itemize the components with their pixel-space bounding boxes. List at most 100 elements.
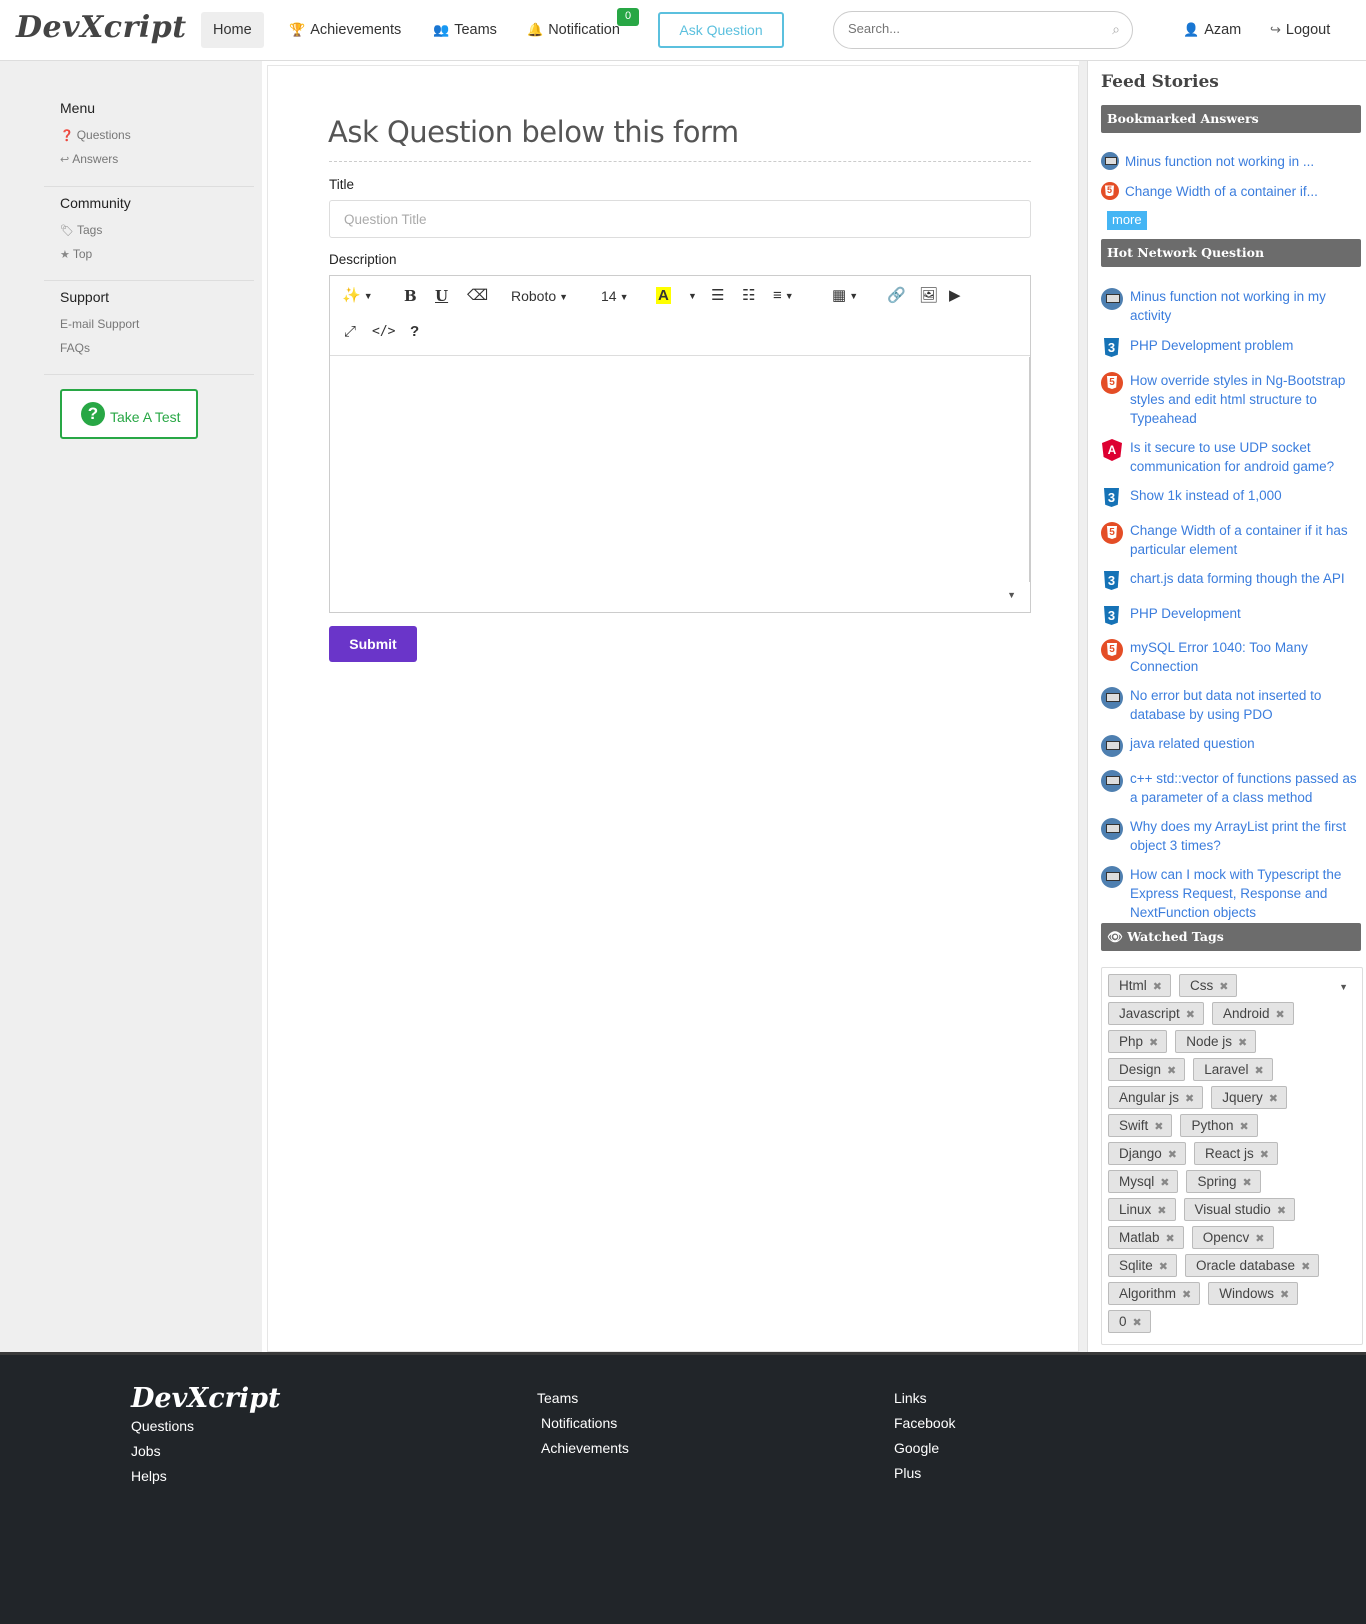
watched-tag: Opencv ✖ bbox=[1191, 1226, 1274, 1249]
nav-user[interactable]: 👤 Azam bbox=[1171, 12, 1253, 48]
remove-tag-icon[interactable]: ✖ bbox=[1269, 1093, 1278, 1105]
footer-link-helps[interactable]: Helps bbox=[131, 1468, 167, 1484]
hot-question-item[interactable]: Minus function not working in my activit… bbox=[1101, 287, 1363, 325]
nav-notification[interactable]: 🔔 Notification bbox=[515, 12, 632, 48]
hot-question-item[interactable]: Show 1k instead of 1,000 bbox=[1101, 486, 1363, 505]
users-icon: 👥 bbox=[433, 22, 450, 37]
table-button[interactable]: ▦ ▼ bbox=[832, 285, 858, 307]
fullscreen-button[interactable]: ⤢ bbox=[344, 321, 356, 343]
sidebar-item-email-support[interactable]: E-mail Support bbox=[60, 312, 254, 336]
underline-button[interactable]: U bbox=[435, 285, 448, 307]
footer-link-notifications[interactable]: Notifications bbox=[541, 1415, 617, 1431]
footer-link-jobs[interactable]: Jobs bbox=[131, 1443, 161, 1459]
site-logo[interactable]: DevXcript bbox=[16, 10, 187, 45]
remove-tag-icon[interactable]: ✖ bbox=[1240, 1121, 1249, 1133]
remove-tag-icon[interactable]: ✖ bbox=[1133, 1317, 1142, 1329]
link-button[interactable]: 🔗 bbox=[887, 285, 906, 307]
footer-link-plus[interactable]: Plus bbox=[894, 1465, 921, 1481]
remove-tag-icon[interactable]: ✖ bbox=[1255, 1065, 1264, 1077]
hot-question-item[interactable]: Why does my ArrayList print the first ob… bbox=[1101, 817, 1363, 855]
magic-style-button[interactable]: ✨ ▼ bbox=[342, 285, 373, 307]
ask-question-button[interactable]: Ask Question bbox=[658, 12, 784, 48]
remove-tag-icon[interactable]: ✖ bbox=[1168, 1149, 1177, 1161]
footer-link-google[interactable]: Google bbox=[894, 1440, 939, 1456]
more-button[interactable]: more bbox=[1107, 211, 1147, 230]
hot-question-item[interactable]: java related question bbox=[1101, 734, 1363, 757]
hot-question-item[interactable]: Change Width of a container if it has pa… bbox=[1101, 521, 1363, 559]
picture-button[interactable]: 🖼 bbox=[919, 285, 938, 307]
remove-tag-icon[interactable]: ✖ bbox=[1157, 1205, 1166, 1217]
bookmarked-item[interactable]: Minus function not working in ... bbox=[1101, 152, 1363, 172]
footer-link-teams[interactable]: Teams bbox=[537, 1390, 578, 1406]
hot-question-item[interactable]: How override styles in Ng-Bootstrap styl… bbox=[1101, 371, 1363, 428]
question-circle-icon: ❓ bbox=[60, 130, 74, 142]
remove-tag-icon[interactable]: ✖ bbox=[1153, 981, 1162, 993]
nav-teams[interactable]: 👥 Teams bbox=[421, 12, 509, 48]
remove-tag-icon[interactable]: ✖ bbox=[1185, 1093, 1194, 1105]
code-view-button[interactable]: </> bbox=[372, 321, 395, 343]
submit-button[interactable]: Submit bbox=[329, 626, 417, 662]
hot-question-item[interactable]: mySQL Error 1040: Too Many Connection bbox=[1101, 638, 1363, 676]
remove-tag-icon[interactable]: ✖ bbox=[1166, 1233, 1175, 1245]
hot-question-item[interactable]: PHP Development problem bbox=[1101, 336, 1363, 355]
remove-tag-icon[interactable]: ✖ bbox=[1149, 1037, 1158, 1049]
bold-button[interactable]: B bbox=[404, 285, 417, 307]
remove-tag-icon[interactable]: ✖ bbox=[1260, 1149, 1269, 1161]
footer-link-facebook[interactable]: Facebook bbox=[894, 1415, 955, 1431]
remove-tag-icon[interactable]: ✖ bbox=[1243, 1177, 1252, 1189]
chevron-down-icon: ▼ bbox=[559, 292, 569, 303]
watched-tags-box[interactable]: ▼ Html ✖ Css ✖ Javascript ✖ Android ✖ Php ✖ Node j… bbox=[1101, 967, 1363, 1345]
remove-tag-icon[interactable]: ✖ bbox=[1280, 1289, 1289, 1301]
desktop-icon bbox=[1101, 735, 1123, 757]
hot-question-item[interactable]: No error but data not inserted to databa… bbox=[1101, 686, 1363, 724]
footer-link-achievements[interactable]: Achievements bbox=[541, 1440, 629, 1456]
remove-tag-icon[interactable]: ✖ bbox=[1219, 981, 1228, 993]
bookmarked-item[interactable]: Change Width of a container if... bbox=[1101, 182, 1363, 202]
nav-achievements[interactable]: 🏆 Achievements bbox=[277, 12, 413, 48]
nav-logout[interactable]: ↪ Logout bbox=[1258, 12, 1342, 48]
remove-tag-icon[interactable]: ✖ bbox=[1238, 1037, 1247, 1049]
sidebar-item-top[interactable]: ★ Top bbox=[60, 242, 254, 266]
remove-tag-icon[interactable]: ✖ bbox=[1276, 1009, 1285, 1021]
hot-question-item[interactable]: chart.js data forming though the API bbox=[1101, 569, 1363, 588]
take-a-test-button[interactable]: ? Take A Test bbox=[60, 389, 198, 439]
remove-tag-icon[interactable]: ✖ bbox=[1159, 1261, 1168, 1273]
footer-logo[interactable]: DevXcript bbox=[131, 1383, 281, 1414]
remove-tag-icon[interactable]: ✖ bbox=[1186, 1009, 1195, 1021]
font-family-dropdown[interactable]: Roboto ▼ bbox=[511, 285, 568, 307]
remove-tag-icon[interactable]: ✖ bbox=[1160, 1177, 1169, 1189]
sidebar-item-tags[interactable]: 🏷 Tags bbox=[60, 218, 254, 242]
chevron-down-icon: ▼ bbox=[784, 291, 794, 302]
sidebar-item-questions[interactable]: ❓ Questions bbox=[60, 123, 254, 147]
chevron-down-icon[interactable]: ▼ bbox=[1339, 982, 1348, 992]
nav-home[interactable]: Home bbox=[201, 12, 264, 48]
help-button[interactable]: ? bbox=[410, 321, 419, 343]
resize-handle-icon[interactable]: ▼ bbox=[1007, 590, 1016, 600]
remove-tag-icon[interactable]: ✖ bbox=[1255, 1233, 1264, 1245]
sidebar-item-faqs[interactable]: FAQs bbox=[60, 336, 254, 360]
hot-question-item[interactable]: Is it secure to use UDP socket communica… bbox=[1101, 438, 1363, 476]
remove-tag-icon[interactable]: ✖ bbox=[1182, 1289, 1191, 1301]
paragraph-align-button[interactable]: ≡ ▼ bbox=[773, 285, 794, 307]
remove-tag-icon[interactable]: ✖ bbox=[1277, 1205, 1286, 1217]
clear-format-button[interactable]: ⌫ bbox=[467, 285, 488, 307]
remove-tag-icon[interactable]: ✖ bbox=[1167, 1065, 1176, 1077]
remove-tag-icon[interactable]: ✖ bbox=[1301, 1261, 1310, 1273]
hot-question-item[interactable]: PHP Development bbox=[1101, 604, 1363, 623]
unordered-list-button[interactable]: ☰ bbox=[711, 285, 724, 307]
font-size-dropdown[interactable]: 14 ▼ bbox=[601, 285, 629, 307]
hot-question-item[interactable]: How can I mock with Typescript the Expre… bbox=[1101, 865, 1363, 922]
text-color-button[interactable]: A bbox=[656, 285, 671, 307]
video-button[interactable]: ▶ bbox=[949, 285, 961, 307]
question-title-input[interactable] bbox=[329, 200, 1031, 238]
hot-question-item[interactable]: c++ std::vector of functions passed as a… bbox=[1101, 769, 1363, 807]
ordered-list-button[interactable]: ☷ bbox=[742, 285, 755, 307]
color-dropdown[interactable]: ▼ bbox=[685, 285, 697, 307]
search-input[interactable] bbox=[848, 21, 1088, 36]
sidebar-item-answers[interactable]: ↩ Answers bbox=[60, 147, 254, 171]
editor-content-area[interactable] bbox=[330, 357, 1030, 582]
remove-tag-icon[interactable]: ✖ bbox=[1154, 1121, 1163, 1133]
footer-link-links[interactable]: Links bbox=[894, 1390, 927, 1406]
search-icon[interactable]: ⌕ bbox=[1112, 21, 1120, 38]
footer-link-questions[interactable]: Questions bbox=[131, 1418, 194, 1434]
